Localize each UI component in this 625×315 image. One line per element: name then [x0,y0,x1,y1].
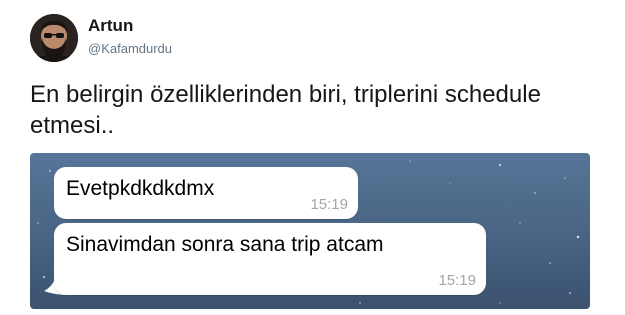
tweet-text: En belirgin özelliklerinden biri, triple… [30,81,541,139]
author-display-name[interactable]: Artun [88,16,133,36]
avatar[interactable] [30,14,78,62]
tweet-media[interactable]: Evetpkdkdkdmx 15:19 Sinavimdan sonra san… [30,153,590,309]
author-handle[interactable]: @Kafamdurdu [88,41,172,56]
tweet-card: Artun @Kafamdurdu En belirgin özellikler… [0,0,625,315]
message-timestamp: 15:19 [310,196,348,213]
message-bubble[interactable]: Evetpkdkdkdmx 15:19 [54,167,358,219]
message-text: Sinavimdan sonra sana trip atcam [66,233,384,256]
message-timestamp: 15:19 [438,272,476,289]
message-text: Evetpkdkdkdmx [66,177,215,200]
bearded-man-avatar-icon [30,14,78,62]
message-bubble[interactable]: Sinavimdan sonra sana trip atcam 15:19 [54,223,486,295]
